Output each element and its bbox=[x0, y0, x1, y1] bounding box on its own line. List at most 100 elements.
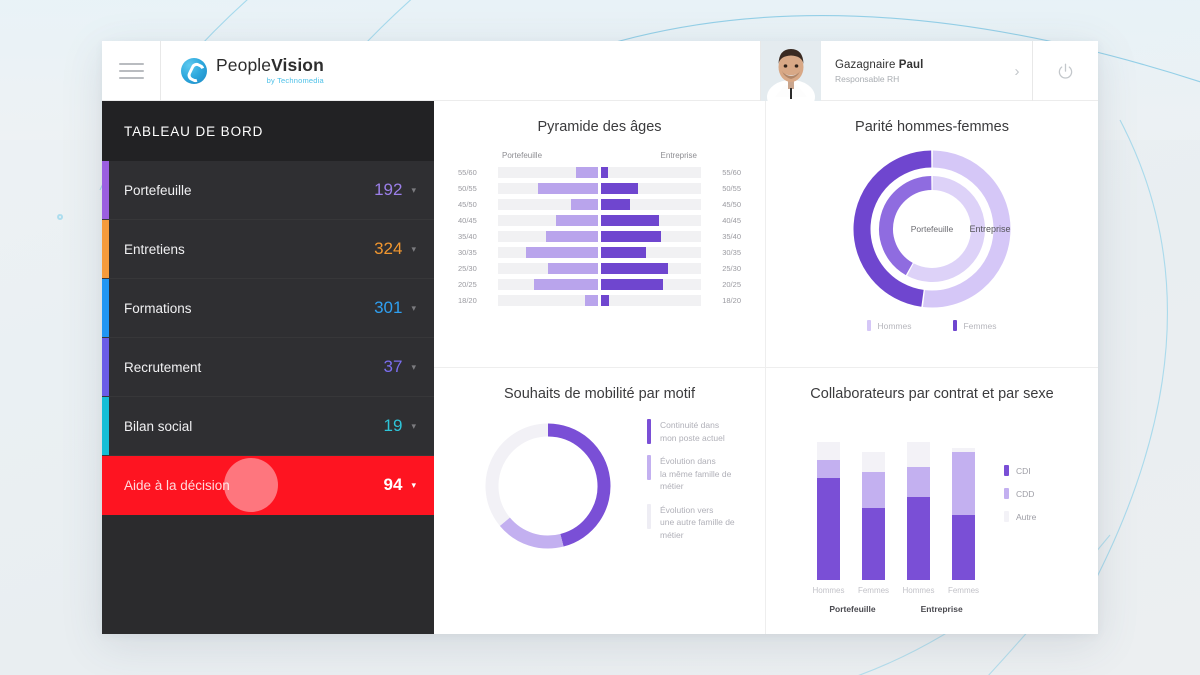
stacked-bar-column: Femmes bbox=[948, 447, 979, 595]
legend-item: Évolution vers une autre famille de métie… bbox=[647, 503, 739, 542]
card-souhaits-de-mobilite: Souhaits de mobilité par motif Continuit… bbox=[434, 367, 766, 634]
sidebar-item-portefeuille[interactable]: Portefeuille 192 ▾ bbox=[102, 161, 434, 220]
pyramid-row: 35/40 35/40 bbox=[458, 229, 741, 244]
pyramid-row-label-right: 18/20 bbox=[722, 295, 741, 305]
pyramid-right-header: Entreprise bbox=[660, 151, 697, 160]
sidebar-item-label: Formations bbox=[124, 300, 192, 316]
sidebar-item-accent bbox=[102, 397, 109, 455]
stacked-bar-column: Femmes bbox=[858, 452, 889, 595]
stacked-bar-segment bbox=[817, 441, 840, 460]
sidebar-nav: Portefeuille 192 ▾ Entretiens 324 ▾ Formations… bbox=[102, 161, 434, 515]
pyramid-left-header: Portefeuille bbox=[502, 151, 543, 160]
card-parite-hommes-femmes: Parité hommes-femmes Portefeuille Entrep… bbox=[766, 101, 1098, 368]
sidebar-item-formations[interactable]: Formations 301 ▾ bbox=[102, 279, 434, 338]
stacked-bar-x-label: Hommes bbox=[812, 585, 845, 595]
sidebar-item-bilan-social[interactable]: Bilan social 19 ▾ bbox=[102, 397, 434, 456]
pyramid-row-label-right: 25/30 bbox=[722, 263, 741, 273]
parity-donut-chart: Portefeuille Entreprise bbox=[776, 143, 1088, 318]
hamburger-menu-button[interactable] bbox=[102, 41, 161, 101]
sidebar-item-count: 19 bbox=[383, 416, 403, 435]
logo-tagline: by Technomedia bbox=[266, 75, 324, 85]
sidebar-item-accent bbox=[102, 338, 109, 396]
legend-label: Continuité dans mon poste actuel bbox=[660, 420, 725, 443]
legend-item: CDD bbox=[1004, 488, 1076, 499]
sidebar-item-count: 94 bbox=[383, 475, 403, 494]
pyramid-row: 55/60 55/60 bbox=[458, 165, 741, 180]
user-last-name: Paul bbox=[898, 58, 924, 71]
stacked-bar bbox=[862, 452, 885, 580]
pyramid-row-label-right: 35/40 bbox=[722, 231, 741, 241]
chevron-right-icon[interactable]: › bbox=[1002, 63, 1032, 80]
sidebar-item-label: Aide à la décision bbox=[124, 477, 230, 493]
top-bar: PeopleVision by Technomedia Gazagnaire P… bbox=[102, 41, 1098, 101]
pyramid-row-label-left: 20/25 bbox=[458, 279, 477, 289]
stacked-group-label: Entreprise bbox=[920, 603, 963, 614]
stacked-bar-segment bbox=[862, 507, 885, 580]
pyramid-headers: Portefeuille Entreprise bbox=[458, 151, 741, 160]
pyramid-bar-right bbox=[601, 166, 701, 178]
pyramid-row-label-left: 30/35 bbox=[458, 247, 477, 257]
stacked-bar-x-label: Femmes bbox=[947, 585, 980, 595]
pyramid-row-label-left: 25/30 bbox=[458, 263, 477, 273]
pyramid-bar-right bbox=[601, 262, 701, 274]
logo-text: PeopleVision by Technomedia bbox=[216, 56, 324, 85]
user-first-name: Gazagnaire bbox=[835, 58, 899, 71]
sidebar-item-accent bbox=[102, 279, 109, 337]
chevron-down-icon[interactable]: ▾ bbox=[411, 480, 416, 491]
pyramid-chart: Portefeuille Entreprise 55/60 55/60 50/55 5… bbox=[444, 151, 755, 308]
legend-swatch bbox=[647, 503, 651, 529]
pyramid-row-label-right: 55/60 bbox=[722, 167, 741, 177]
legend-label: Femmes bbox=[963, 320, 997, 331]
sidebar-item-entretiens[interactable]: Entretiens 324 ▾ bbox=[102, 220, 434, 279]
sidebar-item-label: Recrutement bbox=[124, 359, 202, 375]
sidebar-item-accent bbox=[102, 456, 109, 514]
stacked-bar-x-label: Hommes bbox=[902, 585, 935, 595]
chart-title-pyramide: Pyramide des âges bbox=[537, 119, 662, 135]
card-pyramide-des-ages: Pyramide des âges Portefeuille Entrepris… bbox=[434, 101, 766, 368]
stacked-bar bbox=[817, 441, 840, 580]
pyramid-row: 18/20 18/20 bbox=[458, 293, 741, 308]
pyramid-bar-left bbox=[498, 166, 598, 178]
legend-swatch bbox=[867, 320, 872, 331]
pyramid-row: 45/50 45/50 bbox=[458, 197, 741, 212]
legend-item: CDI bbox=[1004, 465, 1076, 476]
chevron-down-icon[interactable]: ▾ bbox=[411, 244, 416, 255]
legend-label: Hommes bbox=[877, 320, 912, 331]
pyramid-bar-right bbox=[601, 294, 701, 306]
chevron-down-icon[interactable]: ▾ bbox=[411, 421, 416, 432]
legend-swatch bbox=[647, 419, 651, 444]
parity-legend: Hommes Femmes bbox=[776, 320, 1088, 331]
card-collaborateurs-par-contrat: Collaborateurs par contrat et par sexe H… bbox=[766, 368, 1098, 635]
app-logo[interactable]: PeopleVision by Technomedia bbox=[161, 41, 760, 100]
pyramid-bar-right bbox=[601, 214, 701, 226]
pyramid-row-label-right: 20/25 bbox=[722, 279, 741, 289]
pyramid-row-label-left: 45/50 bbox=[458, 199, 477, 209]
pyramid-bar-right bbox=[601, 278, 701, 290]
mobility-donut-chart: Continuité dans mon poste actuel Évolution… bbox=[444, 416, 755, 556]
pyramid-row: 20/25 20/25 bbox=[458, 277, 741, 292]
pyramid-bar-right bbox=[601, 182, 701, 194]
user-role: Responsable RH bbox=[835, 73, 900, 84]
sidebar-item-recrutement[interactable]: Recrutement 37 ▾ bbox=[102, 338, 434, 397]
stacked-bar bbox=[907, 441, 930, 580]
pyramid-row-label-right: 50/55 bbox=[722, 183, 741, 193]
chevron-down-icon[interactable]: ▾ bbox=[411, 362, 416, 373]
stacked-bar-segment bbox=[862, 452, 885, 472]
pyramid-bar-left bbox=[498, 230, 598, 242]
user-profile-button[interactable]: Gazagnaire Paul Responsable RH › bbox=[760, 41, 1032, 101]
stacked-bar-column: Hommes bbox=[812, 441, 845, 595]
sidebar-item-label: Portefeuille bbox=[124, 182, 192, 198]
chevron-down-icon[interactable]: ▾ bbox=[411, 303, 416, 314]
pyramid-bar-left bbox=[498, 262, 598, 274]
logout-button[interactable] bbox=[1032, 41, 1098, 101]
legend-item: Continuité dans mon poste actuel bbox=[647, 419, 739, 444]
sidebar-item-aide-la-d-cision[interactable]: Aide à la décision 94 ▾ bbox=[102, 456, 434, 515]
donut-slice bbox=[485, 423, 548, 526]
stacked-bar-segment bbox=[817, 459, 840, 478]
pyramid-bar-left bbox=[498, 214, 598, 226]
chevron-down-icon[interactable]: ▾ bbox=[411, 185, 416, 196]
donut-slice bbox=[499, 516, 564, 548]
stacked-bar bbox=[952, 447, 975, 580]
stacked-bar-column: Hommes bbox=[902, 441, 935, 595]
mobility-legend: Continuité dans mon poste actuel Évolution… bbox=[635, 419, 739, 552]
